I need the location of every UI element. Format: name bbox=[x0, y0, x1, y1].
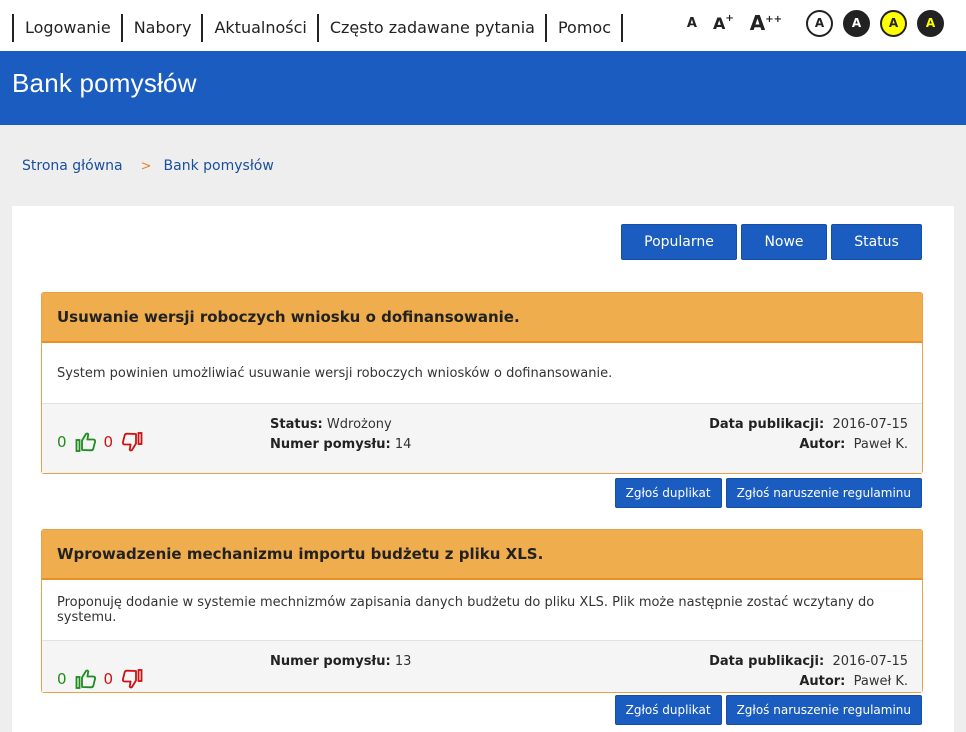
breadcrumb-current-link[interactable]: Bank pomysłów bbox=[164, 158, 274, 174]
contrast-default-button[interactable]: A bbox=[806, 9, 833, 37]
font-size-normal-button[interactable]: A bbox=[687, 16, 697, 31]
idea-publication: Data publikacji: 2016-07-15 Autor: Paweł… bbox=[709, 415, 908, 455]
idea-card: Wprowadzenie mechanizmu importu budżetu … bbox=[41, 529, 923, 693]
page-title: Bank pomysłów bbox=[12, 68, 197, 98]
idea-footer: 0 0 Numer pomysłu: 13 Data publikacji: 2… bbox=[42, 640, 922, 692]
idea-number-row: Numer pomysłu: 13 bbox=[270, 652, 411, 672]
idea-actions: Zgłoś duplikat Zgłoś naruszenie regulami… bbox=[611, 695, 922, 725]
font-size-largest-button[interactable]: A++ bbox=[750, 11, 782, 35]
breadcrumb-separator: > bbox=[140, 158, 152, 174]
publication-date-row: Data publikacji: 2016-07-15 bbox=[709, 415, 908, 435]
thumbs-down-icon[interactable] bbox=[121, 668, 143, 690]
filter-status-button[interactable]: Status bbox=[831, 224, 922, 260]
idea-number-label: Numer pomysłu: bbox=[270, 654, 391, 669]
sort-filters: Popularne Nowe Status bbox=[617, 224, 922, 260]
idea-status-row: Status: Wdrożony bbox=[270, 415, 411, 435]
nav-link-faq[interactable]: Często zadawane pytania bbox=[316, 14, 545, 42]
author-row: Autor: Paweł K. bbox=[709, 672, 908, 692]
thumbs-down-icon[interactable] bbox=[121, 431, 143, 453]
idea-number-label: Numer pomysłu: bbox=[270, 437, 391, 452]
idea-votes: 0 0 bbox=[57, 431, 143, 453]
idea-title[interactable]: Wprowadzenie mechanizmu importu budżetu … bbox=[42, 530, 922, 580]
page-banner: Bank pomysłów bbox=[0, 51, 966, 125]
idea-meta: Status: Wdrożony Numer pomysłu: 14 bbox=[270, 415, 411, 455]
idea-publication: Data publikacji: 2016-07-15 Autor: Paweł… bbox=[709, 652, 908, 692]
publication-date-label: Data publikacji: bbox=[709, 654, 825, 669]
nav-link-nabory[interactable]: Nabory bbox=[120, 14, 202, 42]
status-label: Status: bbox=[270, 417, 323, 432]
dislike-count: 0 bbox=[103, 433, 114, 451]
ideas-panel: Popularne Nowe Status Usuwanie wersji ro… bbox=[12, 206, 954, 732]
publication-date-value: 2016-07-15 bbox=[832, 417, 908, 432]
report-violation-button[interactable]: Zgłoś naruszenie regulaminu bbox=[725, 478, 922, 508]
like-count: 0 bbox=[57, 433, 67, 451]
idea-meta: Numer pomysłu: 13 bbox=[270, 652, 411, 672]
idea-number-value: 13 bbox=[394, 654, 412, 669]
publication-date-label: Data publikacji: bbox=[709, 417, 825, 432]
breadcrumb: Strona główna > Bank pomysłów bbox=[22, 158, 274, 174]
idea-number-value: 14 bbox=[394, 437, 412, 452]
report-duplicate-button[interactable]: Zgłoś duplikat bbox=[614, 478, 722, 508]
author-label: Autor: bbox=[799, 674, 846, 689]
filter-new-button[interactable]: Nowe bbox=[741, 224, 827, 260]
font-size-larger-button[interactable]: A+ bbox=[713, 13, 734, 33]
idea-description: System powinien umożliwiać usuwanie wers… bbox=[57, 365, 613, 381]
font-size-normal-label: A bbox=[686, 15, 697, 31]
contrast-yellow-black-button[interactable]: A bbox=[880, 9, 907, 37]
breadcrumb-home-link[interactable]: Strona główna bbox=[22, 158, 123, 174]
thumbs-up-icon[interactable] bbox=[75, 431, 97, 453]
font-size-larger-sup: + bbox=[725, 13, 734, 24]
filter-popular-button[interactable]: Popularne bbox=[621, 224, 737, 260]
idea-number-row: Numer pomysłu: 14 bbox=[270, 435, 411, 455]
author-value: Paweł K. bbox=[853, 674, 908, 689]
idea-actions: Zgłoś duplikat Zgłoś naruszenie regulami… bbox=[611, 478, 922, 508]
author-label: Autor: bbox=[799, 437, 846, 452]
publication-date-value: 2016-07-15 bbox=[832, 654, 908, 669]
nav-link-logowanie[interactable]: Logowanie bbox=[12, 14, 121, 42]
author-value: Paweł K. bbox=[853, 437, 908, 452]
idea-votes: 0 0 bbox=[57, 668, 143, 690]
nav-link-aktualnosci[interactable]: Aktualności bbox=[201, 14, 316, 42]
report-violation-button[interactable]: Zgłoś naruszenie regulaminu bbox=[725, 695, 922, 725]
thumbs-up-icon[interactable] bbox=[75, 668, 97, 690]
status-value: Wdrożony bbox=[326, 417, 392, 432]
author-row: Autor: Paweł K. bbox=[709, 435, 908, 455]
contrast-black-white-button[interactable]: A bbox=[843, 9, 870, 37]
report-duplicate-button[interactable]: Zgłoś duplikat bbox=[614, 695, 722, 725]
contrast-black-yellow-button[interactable]: A bbox=[917, 9, 944, 37]
main-nav: Logowanie Nabory Aktualności Często zada… bbox=[12, 14, 624, 42]
publication-date-row: Data publikacji: 2016-07-15 bbox=[709, 652, 908, 672]
font-size-larger-label: A bbox=[712, 14, 726, 33]
nav-link-pomoc[interactable]: Pomoc bbox=[544, 14, 624, 42]
dislike-count: 0 bbox=[103, 670, 114, 688]
font-size-largest-label: A bbox=[749, 11, 766, 35]
idea-footer: 0 0 Status: Wdrożony Numer pomysłu: 14 D… bbox=[42, 403, 922, 473]
idea-description: Proponuję dodanie w systemie mechnizmów … bbox=[57, 595, 875, 625]
font-size-largest-sup: ++ bbox=[765, 14, 782, 25]
accessibility-controls: A A+ A++ A A A A bbox=[687, 8, 944, 38]
idea-card: Usuwanie wersji roboczych wniosku o dofi… bbox=[41, 292, 923, 474]
idea-title[interactable]: Usuwanie wersji roboczych wniosku o dofi… bbox=[42, 293, 922, 343]
like-count: 0 bbox=[57, 670, 67, 688]
top-bar: Logowanie Nabory Aktualności Często zada… bbox=[0, 0, 966, 51]
